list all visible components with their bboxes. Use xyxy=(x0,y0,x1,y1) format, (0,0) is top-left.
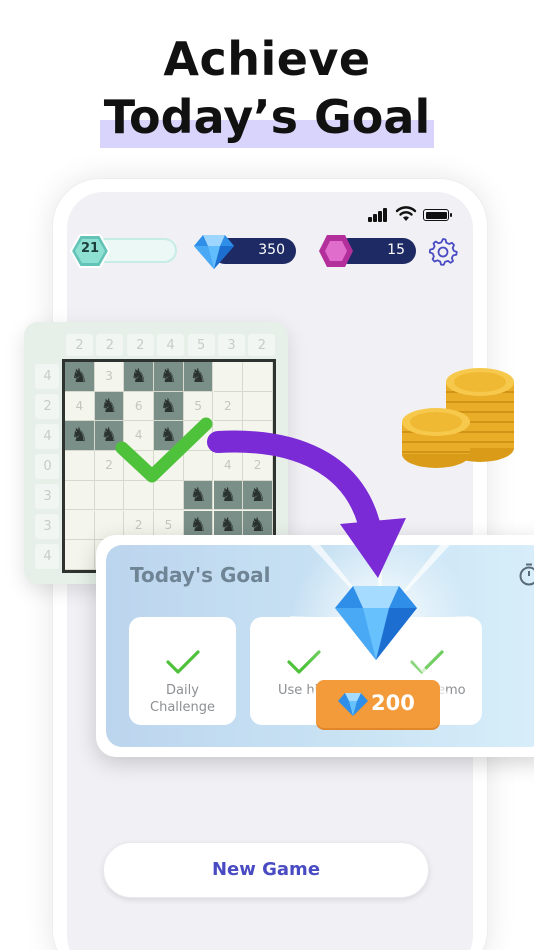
grid-cell[interactable]: 4 xyxy=(65,391,95,422)
top-clue: 5 xyxy=(196,338,206,353)
headline-line-2: Today’s Goal xyxy=(99,88,435,148)
grid-cell[interactable] xyxy=(243,362,273,392)
top-clue: 2 xyxy=(75,338,84,353)
large-diamond-icon xyxy=(335,586,417,660)
reward-amount: 200 xyxy=(371,691,415,715)
knight-cell[interactable]: ♞ xyxy=(124,362,155,392)
top-clue: 4 xyxy=(166,338,175,353)
grid-cell[interactable] xyxy=(65,540,95,570)
ruby-count: 15 xyxy=(387,242,405,258)
grid-cell[interactable] xyxy=(65,510,95,541)
reward-badge: 200 xyxy=(316,680,440,728)
left-clue: 4 xyxy=(43,429,52,444)
top-clue: 3 xyxy=(227,338,236,353)
battery-icon xyxy=(423,209,452,221)
large-check-icon xyxy=(115,417,213,483)
gem-count: 350 xyxy=(258,242,285,258)
grid-cell[interactable] xyxy=(65,480,95,511)
task-label-daily-challenge: Daily Challenge xyxy=(150,683,215,715)
grid-cell[interactable] xyxy=(243,391,273,422)
headline-line-1: Achieve xyxy=(163,32,371,86)
grid-cell[interactable] xyxy=(65,451,95,481)
top-clue: 2 xyxy=(136,338,145,353)
timer-icon xyxy=(519,563,534,586)
grid-cell[interactable]: 2 xyxy=(213,391,244,422)
headline: Achieve Today’s Goal xyxy=(0,30,534,148)
knight-cell[interactable]: ♞ xyxy=(65,362,95,392)
knight-cell[interactable]: ♞ xyxy=(183,362,214,392)
top-clue: 2 xyxy=(105,338,115,353)
grid-cell[interactable]: 3 xyxy=(94,362,125,392)
left-clue: 4 xyxy=(43,369,52,384)
knight-cell[interactable]: ♞ xyxy=(65,421,95,452)
left-clue: 3 xyxy=(43,489,52,504)
headline-line-2-text: Today’s Goal xyxy=(103,90,431,144)
wifi-icon xyxy=(395,206,417,221)
left-clue: 4 xyxy=(43,549,52,564)
grid-cell[interactable] xyxy=(213,362,244,392)
check-icon xyxy=(166,650,200,674)
top-clue: 2 xyxy=(257,338,267,353)
gear-icon[interactable] xyxy=(428,236,458,266)
diamond-icon xyxy=(194,235,234,269)
signal-icon xyxy=(368,208,388,222)
curved-arrow xyxy=(207,430,406,578)
left-clue: 0 xyxy=(43,459,52,474)
status-bar xyxy=(366,204,456,224)
diamond-icon xyxy=(338,693,368,716)
level-number: 21 xyxy=(80,241,100,256)
new-game-button[interactable]: New Game xyxy=(103,842,429,898)
knight-cell[interactable]: ♞ xyxy=(154,362,184,392)
left-clue: 3 xyxy=(43,519,52,534)
ruby-hex-icon xyxy=(319,235,353,267)
left-clue: 2 xyxy=(43,399,52,414)
